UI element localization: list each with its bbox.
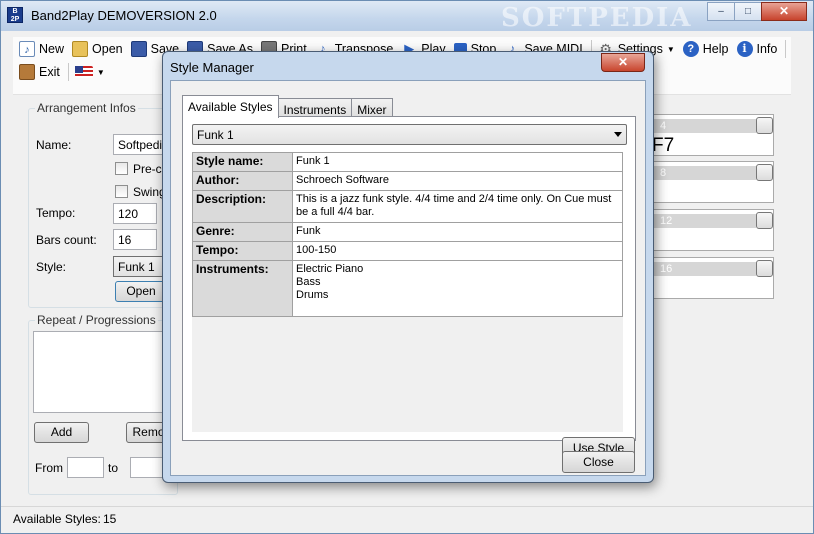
measure-number: 12	[648, 214, 756, 228]
tempo-label: Tempo:	[36, 206, 76, 220]
dialog-client: Available Styles Instruments Mixer Funk …	[170, 80, 646, 476]
close-button[interactable]: ✕	[761, 2, 807, 21]
measure-chord: F7	[652, 135, 675, 156]
status-label: Available Styles:	[13, 512, 101, 526]
table-row: Description: This is a jazz funk style. …	[192, 190, 623, 223]
row-key: Author:	[192, 171, 293, 191]
measure-checkbox[interactable]	[756, 117, 773, 134]
info-button[interactable]: i Info	[736, 41, 777, 57]
new-file-icon: ♪	[19, 41, 35, 57]
table-row: Instruments: Electric Piano Bass Drums	[192, 260, 623, 317]
precount-checkbox[interactable]	[115, 162, 128, 175]
exit-button[interactable]: Exit	[19, 64, 60, 80]
minimize-button[interactable]: –	[707, 2, 735, 21]
title-bar[interactable]: B 2P Band2Play DEMOVERSION 2.0 SOFTPEDIA …	[1, 1, 813, 33]
to-label: to	[108, 461, 119, 475]
style-manager-dialog: Style Manager ✕ Available Styles Instrum…	[162, 51, 654, 483]
chevron-down-icon: ▼	[666, 44, 675, 54]
exit-door-icon	[19, 64, 35, 80]
watermark: SOFTPEDIA	[501, 3, 693, 33]
info-icon: i	[736, 41, 753, 57]
style-select[interactable]: Funk 1	[113, 256, 168, 277]
row-key: Tempo:	[192, 241, 293, 261]
table-row: Tempo: 100-150	[192, 241, 623, 261]
style-dropdown[interactable]: Funk 1	[192, 124, 627, 145]
toolbar-separator	[67, 63, 69, 81]
measure-box[interactable]: 4 F7	[647, 114, 774, 156]
open-style-button[interactable]: Open	[115, 281, 167, 302]
from-label: From	[35, 461, 63, 475]
from-input[interactable]	[67, 457, 104, 478]
row-key: Style name:	[192, 152, 293, 172]
progressions-list[interactable]	[33, 331, 173, 413]
floppy-icon	[130, 41, 147, 57]
tab-available-styles[interactable]: Available Styles	[182, 95, 279, 118]
row-key: Genre:	[192, 222, 293, 242]
row-value: 100-150	[292, 241, 623, 261]
table-row: Author: Schroech Software	[192, 171, 623, 191]
chevron-down-icon: ▼	[96, 67, 105, 77]
chevron-down-icon	[614, 132, 622, 137]
bars-count-label: Bars count:	[36, 233, 97, 247]
measure-checkbox[interactable]	[756, 164, 773, 181]
open-button[interactable]: Open	[72, 41, 123, 57]
style-info-panel: Style name: Funk 1 Author: Schroech Soft…	[192, 152, 635, 459]
folder-icon	[72, 41, 89, 57]
measure-number: 16	[648, 262, 756, 276]
tab-mixer[interactable]: Mixer	[351, 98, 393, 117]
dialog-close-x-button[interactable]: ✕	[601, 53, 645, 72]
swing-checkbox[interactable]	[115, 185, 128, 198]
tab-instruments[interactable]: Instruments	[277, 98, 353, 117]
status-bar: Available Styles: 15	[1, 506, 813, 533]
arrangement-infos-title: Arrangement Infos	[35, 101, 138, 115]
dialog-title: Style Manager	[170, 60, 254, 75]
toolbar-row-2: Exit ▼	[19, 61, 113, 83]
row-value: Funk 1	[292, 152, 623, 172]
help-button[interactable]: ? Help	[682, 41, 729, 57]
row-value: This is a jazz funk style. 4/4 time and …	[292, 190, 623, 223]
swing-label: Swing	[133, 185, 166, 199]
row-value: Electric Piano Bass Drums	[292, 260, 623, 317]
style-label: Style:	[36, 260, 67, 274]
row-value: Schroech Software	[292, 171, 623, 191]
measure-box[interactable]: 12	[647, 209, 774, 251]
toolbar-separator	[785, 40, 787, 58]
caption-buttons: – □ ✕	[707, 2, 807, 21]
row-value: Funk	[292, 222, 623, 242]
maximize-button[interactable]: □	[734, 2, 762, 21]
new-button[interactable]: ♪ New	[19, 41, 64, 57]
name-label: Name:	[36, 138, 72, 152]
measure-checkbox[interactable]	[756, 260, 773, 277]
measure-checkbox[interactable]	[756, 212, 773, 229]
help-icon: ?	[682, 41, 699, 57]
language-menu[interactable]: ▼	[74, 66, 105, 78]
measure-number: 8	[648, 166, 756, 180]
dialog-tabs: Available Styles Instruments Mixer	[182, 95, 393, 118]
measure-box[interactable]: 16	[647, 257, 774, 299]
measure-box[interactable]: 8	[647, 161, 774, 203]
window-title: Band2Play DEMOVERSION 2.0	[31, 8, 217, 23]
dialog-close-button[interactable]: Close	[562, 451, 635, 473]
app-icon: B 2P	[7, 7, 23, 23]
repeat-title: Repeat / Progressions	[35, 313, 158, 327]
row-key: Description:	[192, 190, 293, 223]
bars-count-input[interactable]: 16	[113, 229, 157, 250]
available-styles-page: Funk 1 Style name: Funk 1 Author: Schroe…	[182, 116, 636, 459]
row-key: Instruments:	[192, 260, 293, 317]
table-row: Style name: Funk 1	[192, 152, 623, 172]
add-button[interactable]: Add	[34, 422, 89, 443]
style-dropdown-value: Funk 1	[197, 128, 234, 142]
status-value: 15	[103, 512, 117, 526]
tempo-input[interactable]: 120	[113, 203, 157, 224]
style-info-table: Style name: Funk 1 Author: Schroech Soft…	[192, 152, 623, 317]
measure-number: 4	[648, 119, 756, 133]
us-flag-icon	[74, 66, 93, 78]
table-row: Genre: Funk	[192, 222, 623, 242]
